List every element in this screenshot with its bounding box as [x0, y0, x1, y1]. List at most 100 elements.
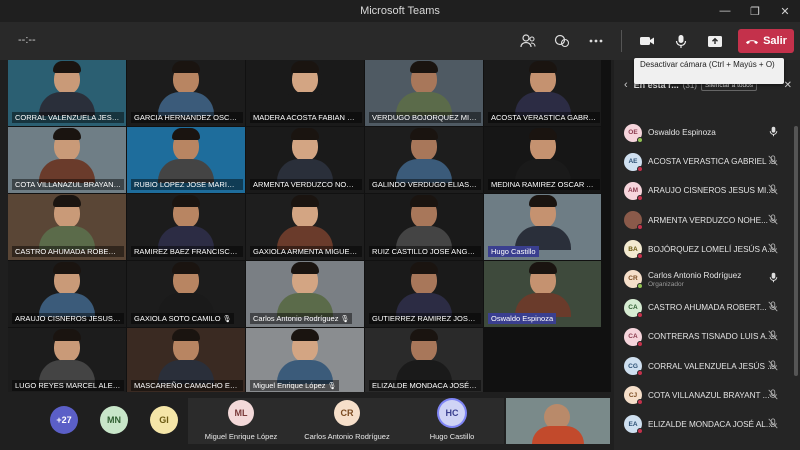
avatar-initials: ML	[234, 408, 248, 418]
self-video-preview[interactable]	[506, 398, 610, 444]
participant-name: Hugo Castillo	[429, 432, 475, 441]
video-tile[interactable]: GARCIA HERNANDEZ OSCAR...🎙	[127, 60, 245, 126]
participant-name: Miguel Enrique López	[204, 432, 278, 441]
participant-name: Carlos Antonio Rodríguez	[253, 314, 339, 323]
participant-video	[277, 329, 333, 384]
participant-hair	[172, 329, 200, 341]
avatar: CR	[334, 400, 360, 426]
video-tile[interactable]: CORRAL VALENZUELA JESUS ...🎙	[8, 60, 126, 126]
video-tile[interactable]: ELIZALDE MONDACA JOSÉ A...🎙	[365, 328, 483, 394]
video-tile[interactable]: LUGO REYES MARCEL ALEJA...🎙	[8, 328, 126, 394]
video-tile[interactable]: RUIZ CASTILLO JOSE ANGEL🎙	[365, 194, 483, 260]
close-window-button[interactable]: ✕	[770, 0, 800, 22]
meeting-toolbar: --:-- Salir	[0, 22, 800, 60]
participant-hair	[410, 329, 438, 341]
participant-name: CASTRO AHUMADA ROBERT...	[648, 303, 767, 313]
participant-row[interactable]: BA BOJÓRQUEZ LOMELÍ JESÚS A...	[614, 235, 800, 264]
participant-hair	[291, 329, 319, 341]
minimize-button[interactable]: —	[710, 0, 740, 22]
video-tile[interactable]: RAMIREZ BAEZ FRANCISCO🎙	[127, 194, 245, 260]
video-tile[interactable]: MASCAREÑO CAMACHO ERI...🎙	[127, 328, 245, 394]
video-tile[interactable]: MEDINA RAMIREZ OSCAR AL...🎙	[484, 127, 601, 193]
maximize-button[interactable]: ❐	[740, 0, 770, 22]
video-tile[interactable]: CASTRO AHUMADA ROBERT...🎙	[8, 194, 126, 260]
avatar-initials: OE	[628, 129, 638, 137]
close-panel-button[interactable]: ✕	[784, 80, 792, 91]
participant-name: COTA VILLANAZUL BRAYANT ...	[648, 390, 770, 400]
video-tile[interactable]: MADERA ACOSTA FABIAN N...🎙	[246, 60, 364, 126]
presence-dot	[637, 428, 643, 435]
share-screen-button[interactable]	[700, 27, 730, 55]
leave-label: Salir	[763, 35, 787, 47]
participant-hair	[528, 195, 557, 207]
chat-button[interactable]	[547, 27, 577, 55]
mic-muted-icon	[768, 389, 778, 402]
video-tile[interactable]: COTA VILLANAZUL BRAYAN...🎙	[8, 127, 126, 193]
participant-hair	[53, 329, 81, 341]
microphone-icon	[769, 272, 778, 285]
video-tile[interactable]: ACOSTA VERASTICA GABRIE...🎙	[484, 60, 601, 126]
video-tile[interactable]: GALINDO VERDUGO ELIAS R...🎙	[365, 127, 483, 193]
video-tile[interactable]: VERDUGO BOJORQUEZ MIG...🎙	[365, 60, 483, 126]
video-tile[interactable]: ARMENTA VERDUZCO NOHE...🎙	[246, 127, 364, 193]
participant-name-label: ACOSTA VERASTICA GABRIE...🎙	[488, 112, 600, 123]
participant-row[interactable]: EA ELIZALDE MONDACA JOSÉ AL...	[614, 410, 800, 439]
meeting-timer: --:--	[18, 34, 36, 46]
video-tile[interactable]: ARAUJO CISNEROS JESUS MI...🎙	[8, 261, 126, 327]
participant-hair	[172, 195, 200, 207]
microphone-button[interactable]	[666, 27, 696, 55]
participants-button[interactable]	[513, 27, 543, 55]
participant-hair	[291, 61, 319, 73]
participant-name: ARMENTA VERDUZCO NOHE...	[253, 180, 362, 189]
participant-name: LUGO REYES MARCEL ALEJA...	[15, 381, 124, 390]
avatar-initials: AM	[627, 187, 639, 195]
participant-tile[interactable]: HC Hugo Castillo	[400, 398, 504, 444]
video-tile[interactable]: GAXIOLA SOTO CAMILO 🎙	[127, 261, 245, 327]
video-tile[interactable]: RUBIO LOPEZ JOSE MARIO 🎙	[127, 127, 245, 193]
participant-name-label: CASTRO AHUMADA ROBERT...🎙	[12, 246, 124, 257]
participant-video	[39, 61, 95, 116]
participant-tile[interactable]: ML Miguel Enrique López	[188, 398, 294, 444]
video-tile[interactable]: GUTIERREZ RAMIREZ JOSE C...🎙	[365, 261, 483, 327]
mic-muted-icon	[768, 330, 778, 343]
avatar[interactable]: GI	[150, 406, 178, 434]
participant-name: MEDINA RAMIREZ OSCAR AL...	[491, 180, 600, 189]
scrollbar[interactable]	[794, 126, 798, 376]
chevron-left-icon[interactable]: ‹	[624, 79, 628, 91]
avatar: CA	[624, 327, 643, 347]
video-tile[interactable]: GAXIOLA ARMENTA MIGUEL🎙	[246, 194, 364, 260]
participant-row[interactable]: AE ACOSTA VERASTICA GABRIEL ...	[614, 147, 800, 176]
participant-row[interactable]: CA CONTRERAS TISNADO LUIS A...	[614, 322, 800, 351]
participant-name: MADERA ACOSTA FABIAN N...	[253, 113, 359, 122]
avatar-initials: CA	[628, 304, 638, 312]
camera-button[interactable]	[632, 27, 662, 55]
avatar[interactable]: MN	[100, 406, 128, 434]
mic-muted-icon	[768, 243, 778, 256]
participant-row[interactable]: CR Carlos Antonio Rodríguez Organizador	[614, 264, 800, 293]
participant-name: Oswaldo Espinoza	[648, 128, 716, 137]
participant-video	[396, 195, 452, 250]
participant-hair	[410, 128, 438, 140]
mic-muted-icon: 🎙	[122, 182, 124, 189]
participant-row[interactable]: AM ARAUJO CISNEROS JESUS MI...	[614, 176, 800, 205]
participant-name: CONTRERAS TISNADO LUIS A...	[648, 332, 773, 342]
participant-row[interactable]: CA CASTRO AHUMADA ROBERT...	[614, 293, 800, 322]
people-icon	[520, 34, 536, 48]
avatar: EA	[624, 415, 643, 435]
participant-hair	[53, 262, 81, 274]
participant-row[interactable]: ARMENTA VERDUZCO NOHE...	[614, 206, 800, 235]
leave-button[interactable]: Salir	[738, 29, 794, 53]
video-tile[interactable]: Miguel Enrique López 🎙	[246, 328, 364, 394]
more-participants-button[interactable]: +27	[50, 406, 78, 434]
video-tile[interactable]: Oswaldo Espinoza	[484, 261, 601, 327]
participant-video	[39, 329, 95, 384]
video-tile[interactable]: Carlos Antonio Rodríguez 🎙	[246, 261, 364, 327]
participant-row[interactable]: CJ COTA VILLANAZUL BRAYANT ...	[614, 381, 800, 410]
mic-muted-icon: 🎙	[234, 182, 243, 189]
video-tile[interactable]: Hugo Castillo	[484, 194, 601, 260]
phone-hangup-icon	[746, 39, 759, 44]
more-actions-button[interactable]	[581, 27, 611, 55]
participant-row[interactable]: CG CORRAL VALENZUELA JESÚS ...	[614, 352, 800, 381]
participant-tile[interactable]: CR Carlos Antonio Rodríguez	[294, 398, 400, 444]
participant-row[interactable]: OE Oswaldo Espinoza	[614, 118, 800, 147]
